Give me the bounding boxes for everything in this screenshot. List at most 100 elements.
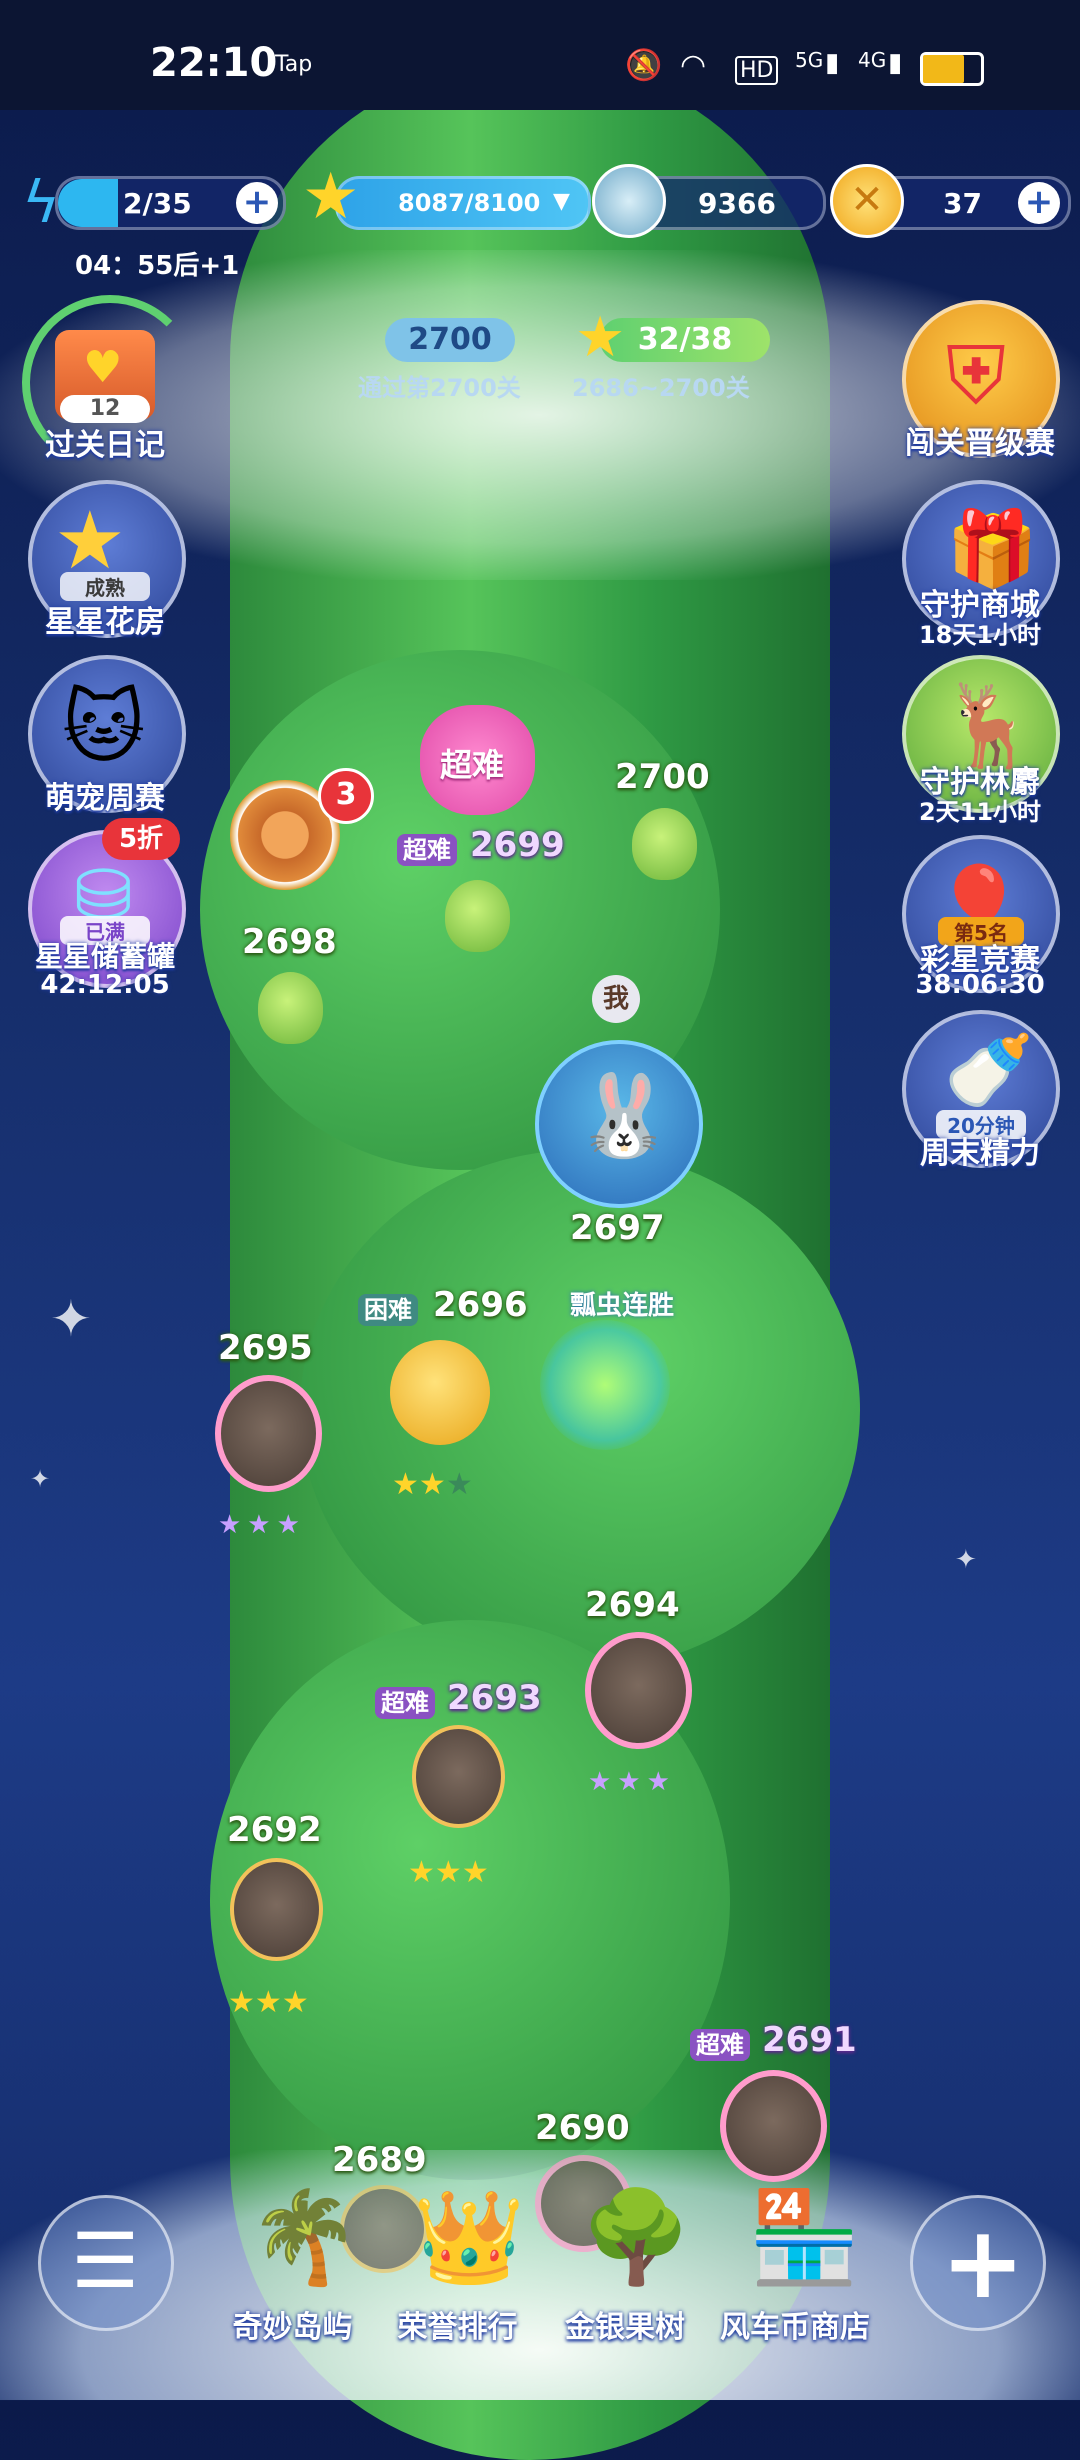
diary-label: 过关日记: [45, 428, 165, 463]
gold-coin-value: 37: [943, 187, 982, 220]
level-2695-stars: ★★★: [218, 1510, 306, 1540]
star-jar-label: 星星储蓄罐: [34, 940, 175, 973]
ladybug-streak-label: 瓢虫连胜: [570, 1291, 675, 1321]
promotion-label: 闯关晋级赛: [905, 426, 1055, 461]
guard-shop-timer: 18天1小时: [918, 621, 1042, 649]
windmill-coin-icon: [592, 164, 666, 238]
level-number: 2690: [535, 2108, 630, 2148]
pet-weekly-label: 萌宠周赛: [45, 781, 165, 816]
guard-forest-timer: 2天11小时: [918, 798, 1042, 826]
island-button[interactable]: 🌴: [228, 2185, 361, 2305]
me-marker: 我: [592, 975, 640, 1023]
energy-timer: 04：55后+1: [75, 251, 240, 281]
plus-icon: +: [941, 2204, 1025, 2321]
windmill-shop-label: 风车币商店: [720, 2310, 870, 2345]
energy-bar[interactable]: 2/35 +: [55, 176, 286, 230]
signal-5g-icon: ▮: [825, 48, 840, 78]
signal-5g-label: 5G: [795, 48, 824, 72]
level-tag: 超难: [397, 830, 457, 866]
weekend-energy-label: 周末精力: [920, 1136, 1040, 1171]
level-number: 2696: [433, 1285, 528, 1325]
level-2694-stars: ★★★: [588, 1767, 676, 1797]
diary-badge: 12: [60, 395, 150, 423]
battery-icon: [920, 52, 984, 86]
level-2699-node[interactable]: [445, 880, 510, 952]
energy-value: 2/35: [123, 187, 192, 220]
star-jar-timer: 42:12:05: [40, 970, 170, 1000]
super-hard-flower-label: 超难: [440, 746, 505, 784]
status-time: 22:10: [150, 40, 278, 86]
star-icon: ★: [302, 160, 360, 234]
level-number: 2699: [470, 825, 565, 865]
status-bar: 22:10 Tap 🔕 ◠ HD 5G ▮ 4G ▮: [0, 0, 1080, 110]
level-2696-node[interactable]: [390, 1340, 490, 1445]
status-tap-label: Tap: [275, 52, 313, 77]
shield-icon: ⛨: [946, 329, 1006, 422]
level-number: 2700: [615, 757, 710, 797]
bottle-icon: 🍼: [944, 1028, 1034, 1112]
level-2691-node[interactable]: [720, 2070, 827, 2182]
cat-icon: 🐱: [62, 681, 146, 774]
level-2696-stars: ★★★: [392, 1467, 473, 1502]
bunny-icon: 🐰: [574, 1069, 674, 1162]
menu-icon: ☰: [71, 2216, 140, 2305]
star-progress-bar[interactable]: 8087/8100 ▼: [335, 176, 591, 230]
menu-button[interactable]: ☰: [38, 2195, 174, 2331]
crown-icon: 👑: [413, 2185, 526, 2290]
level-number: 2694: [585, 1585, 680, 1625]
level-number: 2692: [227, 1810, 322, 1850]
star-range-caption: 2686~2700关: [572, 374, 750, 402]
star-progress-value: 8087/8100: [398, 189, 541, 217]
windmill-shop-button[interactable]: 🏪: [730, 2185, 860, 2305]
add-energy-button[interactable]: +: [236, 182, 278, 224]
level-2700-node[interactable]: [632, 808, 697, 880]
sparkle-icon: ✦: [30, 1465, 51, 1493]
add-coin-button[interactable]: +: [1018, 182, 1060, 224]
signal-4g-label: 4G: [858, 48, 887, 72]
island-icon: 🌴: [248, 2185, 361, 2290]
level-2692-node[interactable]: [230, 1858, 323, 1961]
island-label: 奇妙岛屿: [232, 2310, 353, 2345]
level-number: 2698: [242, 922, 337, 962]
star-count-value: 32/38: [637, 322, 733, 357]
expand-button[interactable]: +: [910, 2195, 1046, 2331]
blue-coin-value: 9366: [698, 187, 776, 220]
level-number: 2693: [447, 1678, 542, 1718]
mute-icon: 🔕: [625, 48, 663, 83]
level-number: 2697: [570, 1208, 665, 1248]
spin-badge: 3: [318, 768, 374, 824]
star-count-badge: 32/38: [600, 318, 770, 362]
target-level-badge: 2700: [385, 318, 515, 362]
chevron-down-icon: ▼: [553, 189, 570, 214]
hd-icon: HD: [735, 56, 779, 85]
level-2695-node[interactable]: [215, 1375, 322, 1492]
level-2694-node[interactable]: [585, 1632, 692, 1749]
level-tag: 超难: [690, 2025, 750, 2061]
fruit-tree-button[interactable]: 🌳: [562, 2185, 692, 2305]
heart-icon: ♥: [83, 342, 123, 393]
ranking-button[interactable]: 👑: [395, 2185, 525, 2305]
super-hard-flower: 超难: [420, 705, 535, 815]
level-2698-node[interactable]: [258, 972, 323, 1044]
level-2693-node[interactable]: [412, 1725, 505, 1828]
sale-badge: 5折: [102, 818, 180, 860]
player-avatar[interactable]: 🐰: [535, 1040, 703, 1208]
sparkle-icon: ✦: [955, 1545, 977, 1575]
level-2693-stars: ★★★: [408, 1855, 489, 1890]
signal-4g-icon: ▮: [888, 48, 903, 78]
level-tag: 困难: [358, 1290, 418, 1326]
level-number: 2695: [218, 1328, 313, 1368]
target-level-caption: 通过第2700关: [358, 374, 521, 402]
ranking-label: 荣誉排行: [397, 2310, 518, 2345]
level-number: 2689: [332, 2140, 427, 2180]
fruit-tree-label: 金银果树: [565, 2310, 685, 2345]
tree-icon: 🌳: [580, 2185, 693, 2290]
wifi-icon: ◠: [680, 48, 707, 83]
level-2697-node[interactable]: [540, 1320, 670, 1450]
level-tag: 超难: [375, 1683, 435, 1719]
gold-coin-icon: ✕: [830, 164, 904, 238]
sparkle-icon: ✦: [50, 1290, 92, 1348]
lightning-icon: ϟ: [22, 168, 61, 236]
rainbow-race-timer: 38:06:30: [915, 970, 1045, 1000]
flower-house-label: 星星花房: [45, 605, 165, 640]
